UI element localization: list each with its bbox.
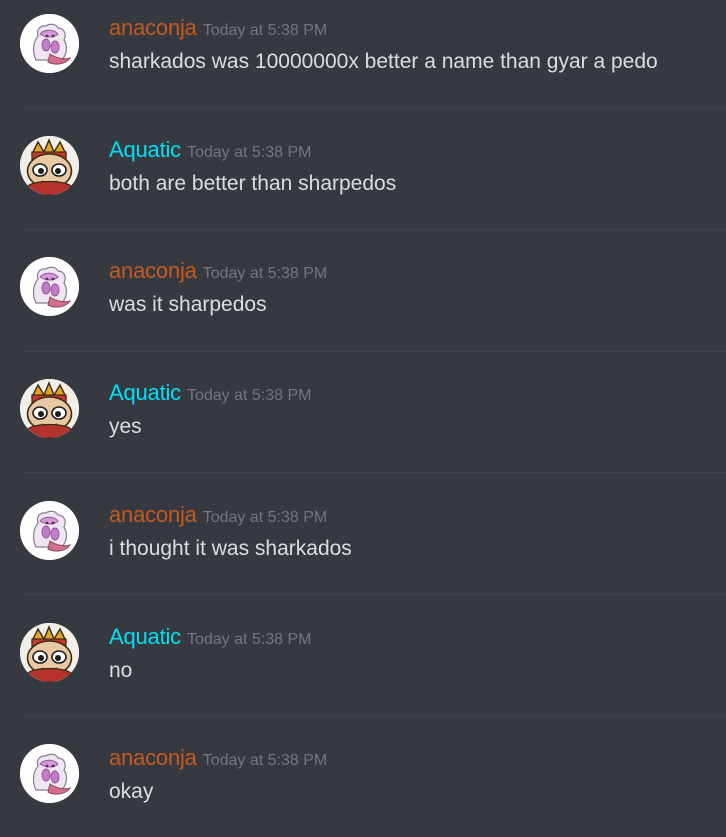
message-header: Aquatic Today at 5:38 PM [109,136,312,167]
timestamp: Today at 5:38 PM [202,752,328,769]
author-name[interactable]: Aquatic [109,137,181,162]
divider [20,107,726,108]
timestamp: Today at 5:38 PM [202,265,328,282]
message-text: both are better than sharpedos [109,172,397,195]
avatar[interactable] [20,379,79,438]
author-name[interactable]: anaconja [109,502,197,527]
divider [20,351,726,352]
message-header: anaconja Today at 5:38 PM [109,14,327,45]
timestamp: Today at 5:38 PM [202,509,328,526]
message-header: anaconja Today at 5:38 PM [109,257,327,288]
message-item: Aquatic Today at 5:38 PM both are better … [0,122,726,232]
message-text: yes [109,415,142,438]
divider [20,594,726,595]
avatar[interactable] [20,623,79,682]
avatar[interactable] [20,501,79,560]
avatar[interactable] [20,136,79,195]
message-text: okay [109,780,154,803]
author-name[interactable]: Aquatic [109,624,181,649]
message-item: anaconja Today at 5:38 PM sharkados was 1… [0,0,726,110]
message-text: i thought it was sharkados [109,537,352,560]
timestamp: Today at 5:38 PM [202,22,328,39]
avatar[interactable] [20,257,79,316]
message-header: anaconja Today at 5:38 PM [109,501,327,532]
divider [20,229,726,230]
message-text: was it sharpedos [109,293,267,316]
anaconja-avatar-art [20,744,79,803]
aquatic-avatar-art [20,136,79,195]
message-header: Aquatic Today at 5:38 PM [109,379,312,410]
message-item: anaconja Today at 5:38 PM was it sharpedo… [0,243,726,353]
avatar[interactable] [20,14,79,73]
timestamp: Today at 5:38 PM [186,144,312,161]
message-item: Aquatic Today at 5:38 PM yes [0,365,726,475]
message-text: no [109,659,133,682]
message-list: anaconja Today at 5:38 PM sharkados was 1… [0,0,726,837]
author-name[interactable]: anaconja [109,258,197,283]
message-item: Aquatic Today at 5:38 PM no [0,609,726,719]
message-header: anaconja Today at 5:38 PM [109,744,327,775]
message-item: anaconja Today at 5:38 PM i thought it wa… [0,487,726,597]
message-header: Aquatic Today at 5:38 PM [109,623,312,654]
divider [20,472,726,473]
anaconja-avatar-art [20,257,79,316]
aquatic-avatar-art [20,623,79,682]
message-item: anaconja Today at 5:38 PM okay [0,730,726,837]
anaconja-avatar-art [20,14,79,73]
author-name[interactable]: anaconja [109,15,197,40]
author-name[interactable]: anaconja [109,745,197,770]
anaconja-avatar-art [20,501,79,560]
author-name[interactable]: Aquatic [109,380,181,405]
timestamp: Today at 5:38 PM [186,631,312,648]
divider [20,716,726,717]
avatar[interactable] [20,744,79,803]
aquatic-avatar-art [20,379,79,438]
message-text: sharkados was 10000000x better a name th… [109,50,658,73]
timestamp: Today at 5:38 PM [186,387,312,404]
